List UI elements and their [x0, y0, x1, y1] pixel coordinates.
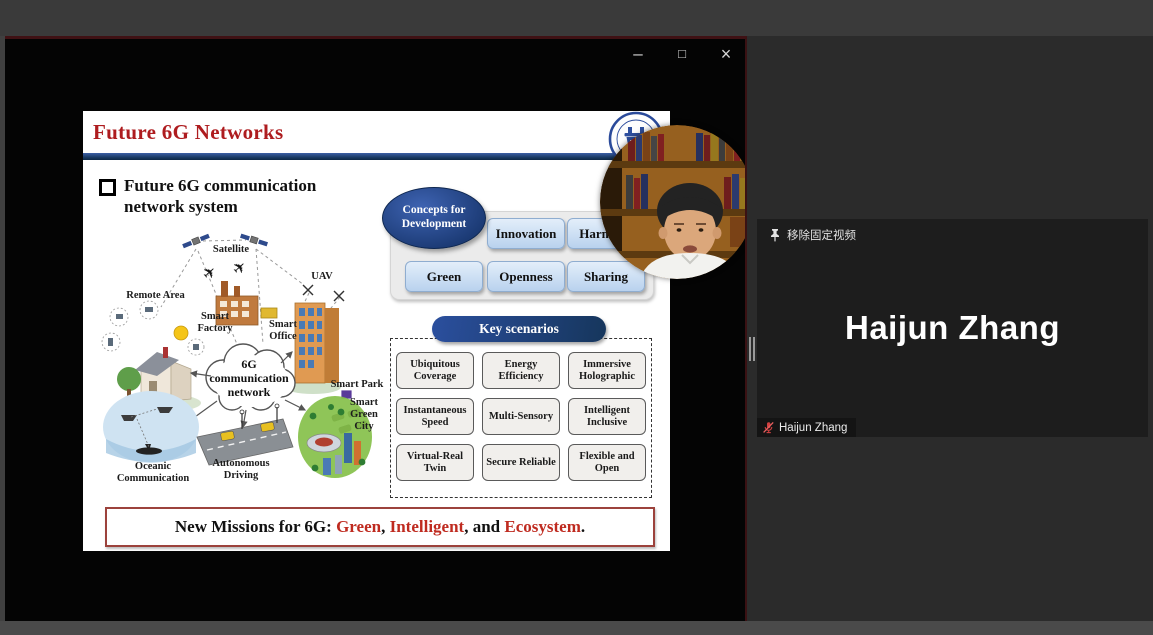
smart-park-label: Smart Park: [325, 379, 389, 391]
webcam-overlay[interactable]: [600, 125, 747, 279]
banner-text: .: [581, 517, 585, 537]
muted-mic-icon: [762, 421, 775, 434]
scenario-cell: Intelligent Inclusive: [568, 398, 646, 435]
concept-item-green: Green: [405, 261, 483, 292]
scenario-cell: Virtual-Real Twin: [396, 444, 474, 481]
uav-icon: [303, 285, 344, 301]
key-scenarios-badge: Key scenarios: [432, 316, 606, 342]
banner-text: , and: [464, 517, 504, 537]
smart-office-label: Smart Office: [257, 319, 309, 343]
uav-label: UAV: [301, 271, 343, 283]
oceanic-communication-label: Oceanic Communication: [103, 461, 203, 485]
scenario-cell: Ubiquitous Coverage: [396, 352, 474, 389]
unpin-video-button[interactable]: 移除固定视频: [769, 227, 856, 243]
scenario-cell: Secure Reliable: [482, 444, 560, 481]
autonomous-driving-label: Autonomous Driving: [195, 458, 287, 482]
concepts-badge-label: Concepts for Development: [392, 204, 476, 232]
pin-icon: [769, 228, 781, 242]
key-scenarios-badge-label: Key scenarios: [479, 321, 559, 337]
concept-item-innovation: Innovation: [487, 218, 565, 249]
title-underline: [83, 153, 670, 160]
name-tag-label: Haijun Zhang: [779, 422, 847, 434]
concept-item-openness: Openness: [487, 261, 565, 292]
minimize-button[interactable]: –: [627, 43, 649, 65]
banner-text: New Missions for 6G:: [175, 517, 336, 537]
concepts-badge: Concepts for Development: [382, 187, 486, 249]
square-bullet-icon: [99, 179, 116, 196]
maximize-button[interactable]: □: [671, 43, 693, 65]
screen-share-window: – □ × Future 6G Networks Future 6G commu…: [5, 36, 747, 621]
scenario-cell: Energy Efficiency: [482, 352, 560, 389]
panel-splitter-handle[interactable]: [749, 337, 757, 361]
banner-green: Green: [336, 517, 381, 537]
oceanic-icon: [103, 391, 199, 463]
participant-name-tag: Haijun Zhang: [757, 418, 856, 437]
desktop: – □ × Future 6G Networks Future 6G commu…: [0, 0, 1153, 635]
presentation-slide: Future 6G Networks Future 6G communicati…: [83, 111, 670, 551]
participant-name: Haijun Zhang: [757, 219, 1148, 437]
banner-text: ,: [381, 517, 390, 537]
participant-video-tile[interactable]: Haijun Zhang 移除固定视频 Haijun Zhang: [757, 219, 1148, 437]
close-button[interactable]: ×: [715, 43, 737, 65]
video-panel: Haijun Zhang 移除固定视频 Haijun Zhang: [747, 36, 1153, 621]
scenario-cell: Immersive Holographic: [568, 352, 646, 389]
slide-title: Future 6G Networks: [93, 120, 284, 145]
key-scenarios-grid: Ubiquitous Coverage Energy Efficiency Im…: [396, 352, 646, 481]
banner-ecosystem: Ecosystem: [504, 517, 580, 537]
scenario-cell: Multi-Sensory: [482, 398, 560, 435]
smart-factory-label: Smart Factory: [186, 311, 244, 335]
mission-banner: New Missions for 6G: Green, Intelligent,…: [105, 507, 655, 547]
scenario-cell: Flexible and Open: [568, 444, 646, 481]
smart-green-city-label: Smart Green City: [341, 397, 387, 432]
banner-intelligent: Intelligent: [390, 517, 465, 537]
satellite-label: Satellite: [199, 244, 263, 256]
remote-area-label: Remote Area: [113, 290, 198, 302]
unpin-video-label: 移除固定视频: [787, 227, 856, 243]
webcam-video: [600, 125, 747, 279]
cloud-label: 6G communication network: [205, 358, 293, 399]
scenario-cell: Instantaneous Speed: [396, 398, 474, 435]
network-diagram: ✈ ✈ Satellite UAV Remote Area Smart Fact…: [91, 211, 391, 503]
